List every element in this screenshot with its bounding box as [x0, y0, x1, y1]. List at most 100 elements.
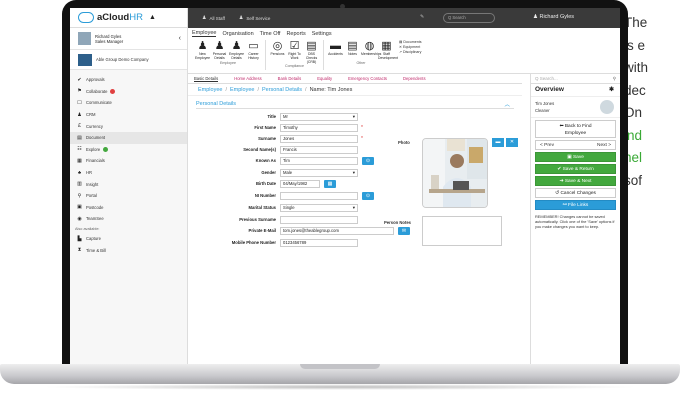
sidebar-item-crm[interactable]: ♟ CRM: [70, 109, 187, 121]
all-staff-label: All Staff: [209, 15, 225, 21]
tab-reports[interactable]: Reports: [286, 31, 305, 37]
remove-photo-icon[interactable]: ✕: [506, 138, 518, 147]
first-name-field[interactable]: Timothy: [280, 123, 358, 132]
breadcrumb-link[interactable]: Personal Details: [262, 87, 302, 93]
ribbon-group-other: ▬ Accidents ▤ Notes ◍ Memberships ▦ Staff De…: [327, 40, 398, 65]
chevron-up-icon[interactable]: ︿: [504, 100, 510, 108]
next-button[interactable]: Next >: [597, 141, 611, 149]
user-profile[interactable]: Richard Gyles Sales Manager ‹: [70, 28, 187, 50]
save-next-button[interactable]: ➔ Save & Next: [535, 176, 616, 186]
right-to-work-button[interactable]: ☑ Right To Work: [286, 40, 303, 64]
self-service-button[interactable]: ♟ Self Service: [239, 15, 271, 21]
info-button[interactable]: ⊙: [362, 156, 374, 165]
dbs-checks-button[interactable]: ▤ DBS Checks (CRB): [303, 40, 320, 64]
cancel-changes-button[interactable]: ↺ Cancel Changes: [535, 188, 616, 198]
person-notes-textarea[interactable]: [422, 216, 502, 246]
private-email-field[interactable]: tom.jones@theablegroup.com: [280, 226, 394, 235]
main-content: Basic Details Home Address Bank Details …: [188, 74, 522, 364]
new-employee-button[interactable]: ♟ New Employee: [194, 40, 211, 61]
title-select[interactable]: Mr: [280, 112, 358, 121]
gear-icon[interactable]: ✱: [609, 84, 614, 96]
accidents-button[interactable]: ▬ Accidents: [327, 40, 344, 61]
form-row-previous-surname: Previous Surname: [196, 215, 358, 224]
memberships-button[interactable]: ◍ Memberships: [361, 40, 381, 61]
employee-photo: [422, 138, 488, 208]
top-user-menu[interactable]: ♟ Richard Gyles: [533, 14, 574, 20]
tab-employee[interactable]: Employee: [192, 30, 217, 37]
breadcrumb-link[interactable]: Employee: [230, 87, 254, 93]
notes-button[interactable]: ▤ Notes: [344, 40, 361, 61]
file-links-button[interactable]: ⚯ File Links: [535, 200, 616, 210]
sidebar-item-portal[interactable]: ⚲ Portal: [70, 190, 187, 202]
personal-details-button[interactable]: ♟ Personal Details: [211, 40, 228, 61]
form-row-mobile: Mobile Phone Number 0123456789: [196, 238, 358, 247]
tab-dependents[interactable]: Dependents: [403, 76, 426, 81]
ribbon-button-label: Personal Details: [212, 52, 227, 60]
marital-status-label: Marital Status: [248, 205, 276, 210]
panel-header[interactable]: Personal Details ︿: [196, 100, 514, 109]
top-search-input[interactable]: Q Search: [443, 13, 495, 23]
surname-field[interactable]: Jones: [280, 134, 358, 143]
second-names-field[interactable]: Francis: [280, 145, 358, 154]
ni-number-field[interactable]: [280, 191, 358, 200]
sidebar-item-postcode[interactable]: ▣ Postcode: [70, 202, 187, 214]
chevron-left-icon[interactable]: ‹: [179, 35, 181, 42]
previous-surname-field[interactable]: [280, 215, 358, 224]
tab-home-address[interactable]: Home Address: [234, 76, 261, 81]
email-icon[interactable]: ✉: [398, 226, 410, 235]
tab-basic-details[interactable]: Basic Details: [194, 76, 219, 82]
search-icon[interactable]: ⚲: [613, 74, 616, 84]
logo-row[interactable]: aCloud HR ▲: [70, 8, 187, 28]
overview-search-input[interactable]: Q Search... ⚲: [531, 74, 620, 84]
employee-details-button[interactable]: ♟ Employee Details: [228, 40, 245, 61]
crm-icon: ♟: [77, 111, 82, 118]
info-button[interactable]: ⊙: [362, 191, 374, 200]
ribbon-button-label: Employee Details: [228, 52, 245, 60]
back-to-find-button[interactable]: ⬅ Back to Find Employee: [535, 120, 616, 138]
staff-development-button[interactable]: ▦ Staff Development: [378, 40, 398, 61]
save-return-button[interactable]: ✔ Save & Return: [535, 164, 616, 174]
known-as-field[interactable]: Tim: [280, 156, 358, 165]
breadcrumb-separator: /: [225, 86, 227, 93]
pensions-button[interactable]: ◎ Pensions: [269, 40, 286, 64]
upload-photo-icon[interactable]: ▬: [492, 138, 504, 147]
sidebar-item-teamsee[interactable]: ◉ TeamSee: [70, 213, 187, 225]
disciplinary-link[interactable]: ↗ Disciplinary: [399, 50, 422, 55]
sidebar-item-communicate[interactable]: ☐ Communicate: [70, 97, 187, 109]
pin-icon[interactable]: ✎: [420, 14, 424, 20]
tab-settings[interactable]: Settings: [312, 31, 332, 37]
save-button[interactable]: ▣ Save: [535, 152, 616, 162]
form-row-first-name: First Name Timothy *: [196, 123, 363, 132]
portal-icon: ⚲: [77, 192, 82, 199]
marital-status-select[interactable]: Single: [280, 203, 358, 212]
sidebar-item-explore[interactable]: ☷ Explore: [70, 144, 187, 156]
company-selector[interactable]: Able Group Demo Company: [70, 50, 187, 70]
tab-bank-details[interactable]: Bank Details: [278, 76, 302, 81]
tab-organisation[interactable]: Organisation: [222, 31, 253, 37]
sidebar-item-currency[interactable]: £ Currency: [70, 120, 187, 132]
calendar-icon[interactable]: ▦: [324, 179, 336, 188]
sidebar-item-insight[interactable]: ▥ Insight: [70, 178, 187, 190]
breadcrumb-link[interactable]: Employee: [198, 87, 222, 93]
mobile-field[interactable]: 0123456789: [280, 238, 358, 247]
sidebar-item-collaborate[interactable]: ⚑ Collaborate: [70, 86, 187, 98]
sidebar-item-document[interactable]: ▤ Document: [70, 131, 187, 144]
birth-date-field[interactable]: 04/May/1982: [280, 179, 320, 188]
sidebar-item-approvals[interactable]: ✔ Approvals: [70, 74, 187, 86]
previous-surname-label: Previous Surname: [239, 217, 276, 222]
tab-emergency-contacts[interactable]: Emergency Contacts: [348, 76, 387, 81]
sidebar-item-hr[interactable]: ♣ HR: [70, 167, 187, 179]
back-to-find-label: Employee: [564, 131, 587, 136]
tab-equality[interactable]: Equality: [317, 76, 332, 81]
prev-button[interactable]: < Prev: [540, 141, 554, 149]
all-staff-button[interactable]: ♟ All Staff: [202, 15, 225, 21]
avatar: [78, 32, 91, 45]
sidebar-item-label: Document: [86, 135, 106, 141]
caret-up-icon[interactable]: ▲: [149, 14, 156, 21]
sidebar-item-financials[interactable]: ▦ Financials: [70, 155, 187, 167]
sidebar-item-capture[interactable]: ▙ Capture: [70, 233, 187, 245]
sidebar-item-time-bill[interactable]: ⧗ Time & Bill: [70, 244, 187, 256]
career-history-button[interactable]: ▭ Career History: [245, 40, 262, 61]
tab-time-off[interactable]: Time Off: [260, 31, 281, 37]
gender-select[interactable]: Male: [280, 168, 358, 177]
